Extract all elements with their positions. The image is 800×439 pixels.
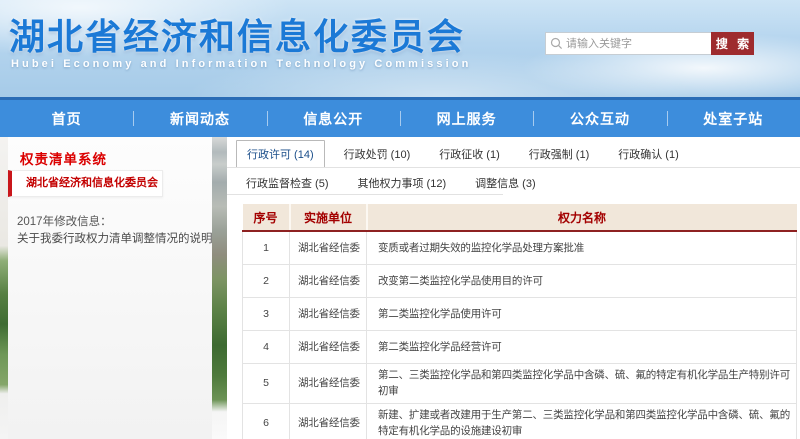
site-header: 湖北省经济和信息化委员会 Hubei Economy and Informati… [0,0,800,97]
table-header-row: 序号 实施单位 权力名称 [243,204,797,231]
row-unit: 湖北省经信委 [290,331,367,364]
nav-item-home[interactable]: 首页 [0,100,133,137]
column-header-unit: 实施单位 [290,204,367,231]
row-power-name[interactable]: 第二类监控化学品使用许可 [367,298,797,331]
row-power-name[interactable]: 第二类监控化学品经营许可 [367,331,797,364]
table-row: 4 湖北省经信委 第二类监控化学品经营许可 [243,331,797,364]
row-unit: 湖北省经信委 [290,298,367,331]
nav-item-substations[interactable]: 处室子站 [667,100,800,137]
main-nav: 首页 新闻动态 信息公开 网上服务 公众互动 处室子站 [0,97,800,137]
tab-administrative-license[interactable]: 行政许可 (14) [236,140,325,168]
sidebar-system-title: 权责清单系统 [20,148,107,168]
row-unit: 湖北省经信委 [290,403,367,439]
search-button[interactable]: 搜 索 [711,32,754,55]
search-input[interactable] [566,33,711,54]
row-unit: 湖北省经信委 [290,265,367,298]
column-header-power: 权力名称 [367,204,797,231]
site-title-english: Hubei Economy and Information Technology… [11,58,471,70]
nav-item-news[interactable]: 新闻动态 [133,100,266,137]
search-box: 搜 索 [545,32,754,55]
row-number: 4 [243,331,290,364]
tabs-divider-2 [227,194,503,195]
row-number: 2 [243,265,290,298]
tabs-divider-1 [227,167,800,168]
tabs-row-2: 行政监督检查 (5) 其他权力事项 (12) 调整信息 (3) [236,170,555,196]
table-row: 5 湖北省经信委 第二、三类监控化学品和第四类监控化学品中含磷、硫、氟的特定有机… [243,364,797,404]
tab-administrative-confirmation[interactable]: 行政确认 (1) [608,141,689,167]
nav-item-disclosure[interactable]: 信息公开 [267,100,400,137]
nav-item-services[interactable]: 网上服务 [400,100,533,137]
tab-supervision-inspection[interactable]: 行政监督检查 (5) [236,170,339,196]
table-row: 1 湖北省经信委 变质或者过期失效的监控化学品处理方案批准 [243,231,797,265]
power-list-table: 序号 实施单位 权力名称 1 湖北省经信委 变质或者过期失效的监控化学品处理方案… [242,204,797,439]
row-unit: 湖北省经信委 [290,364,367,404]
row-power-name[interactable]: 第二、三类监控化学品和第四类监控化学品中含磷、硫、氟的特定有机化学品生产特别许可… [367,364,797,404]
background-photo-middle-sliver [212,137,227,439]
table-row: 6 湖北省经信委 新建、扩建或者改建用于生产第二、三类监控化学品和第四类监控化学… [243,403,797,439]
sidebar-info-label: 2017年修改信息： [17,213,112,229]
row-number: 1 [243,231,290,265]
row-number: 5 [243,364,290,404]
tab-other-power-matters[interactable]: 其他权力事项 (12) [348,170,457,196]
tab-adjustment-info[interactable]: 调整信息 (3) [465,170,546,196]
search-icon [546,33,566,54]
row-power-name[interactable]: 变质或者过期失效的监控化学品处理方案批准 [367,231,797,265]
background-photo-left-sliver [0,137,8,439]
main-content: 行政许可 (14) 行政处罚 (10) 行政征收 (1) 行政强制 (1) 行政… [227,137,800,439]
tabs-row-1: 行政许可 (14) 行政处罚 (10) 行政征收 (1) 行政强制 (1) 行政… [236,140,698,168]
site-title: 湖北省经济和信息化委员会 [9,8,465,60]
tab-administrative-penalty[interactable]: 行政处罚 (10) [334,141,421,167]
sidebar: 权责清单系统 湖北省经济和信息化委员会 2017年修改信息： 关于我委行政权力清… [8,137,212,439]
row-unit: 湖北省经信委 [290,231,367,265]
page: 湖北省经济和信息化委员会 Hubei Economy and Informati… [0,0,800,439]
column-header-number: 序号 [243,204,290,231]
row-power-name[interactable]: 新建、扩建或者改建用于生产第二、三类监控化学品和第四类监控化学品中含磷、硫、氟的… [367,403,797,439]
sidebar-info-link[interactable]: 关于我委行政权力清单调整情况的说明 [17,230,213,246]
tab-administrative-levy[interactable]: 行政征收 (1) [429,141,510,167]
row-number: 6 [243,403,290,439]
nav-item-interaction[interactable]: 公众互动 [533,100,666,137]
tab-administrative-coercion[interactable]: 行政强制 (1) [519,141,600,167]
table-row: 3 湖北省经信委 第二类监控化学品使用许可 [243,298,797,331]
sidebar-item-commission[interactable]: 湖北省经济和信息化委员会 [8,170,163,197]
row-power-name[interactable]: 改变第二类监控化学品使用目的许可 [367,265,797,298]
row-number: 3 [243,298,290,331]
table-row: 2 湖北省经信委 改变第二类监控化学品使用目的许可 [243,265,797,298]
